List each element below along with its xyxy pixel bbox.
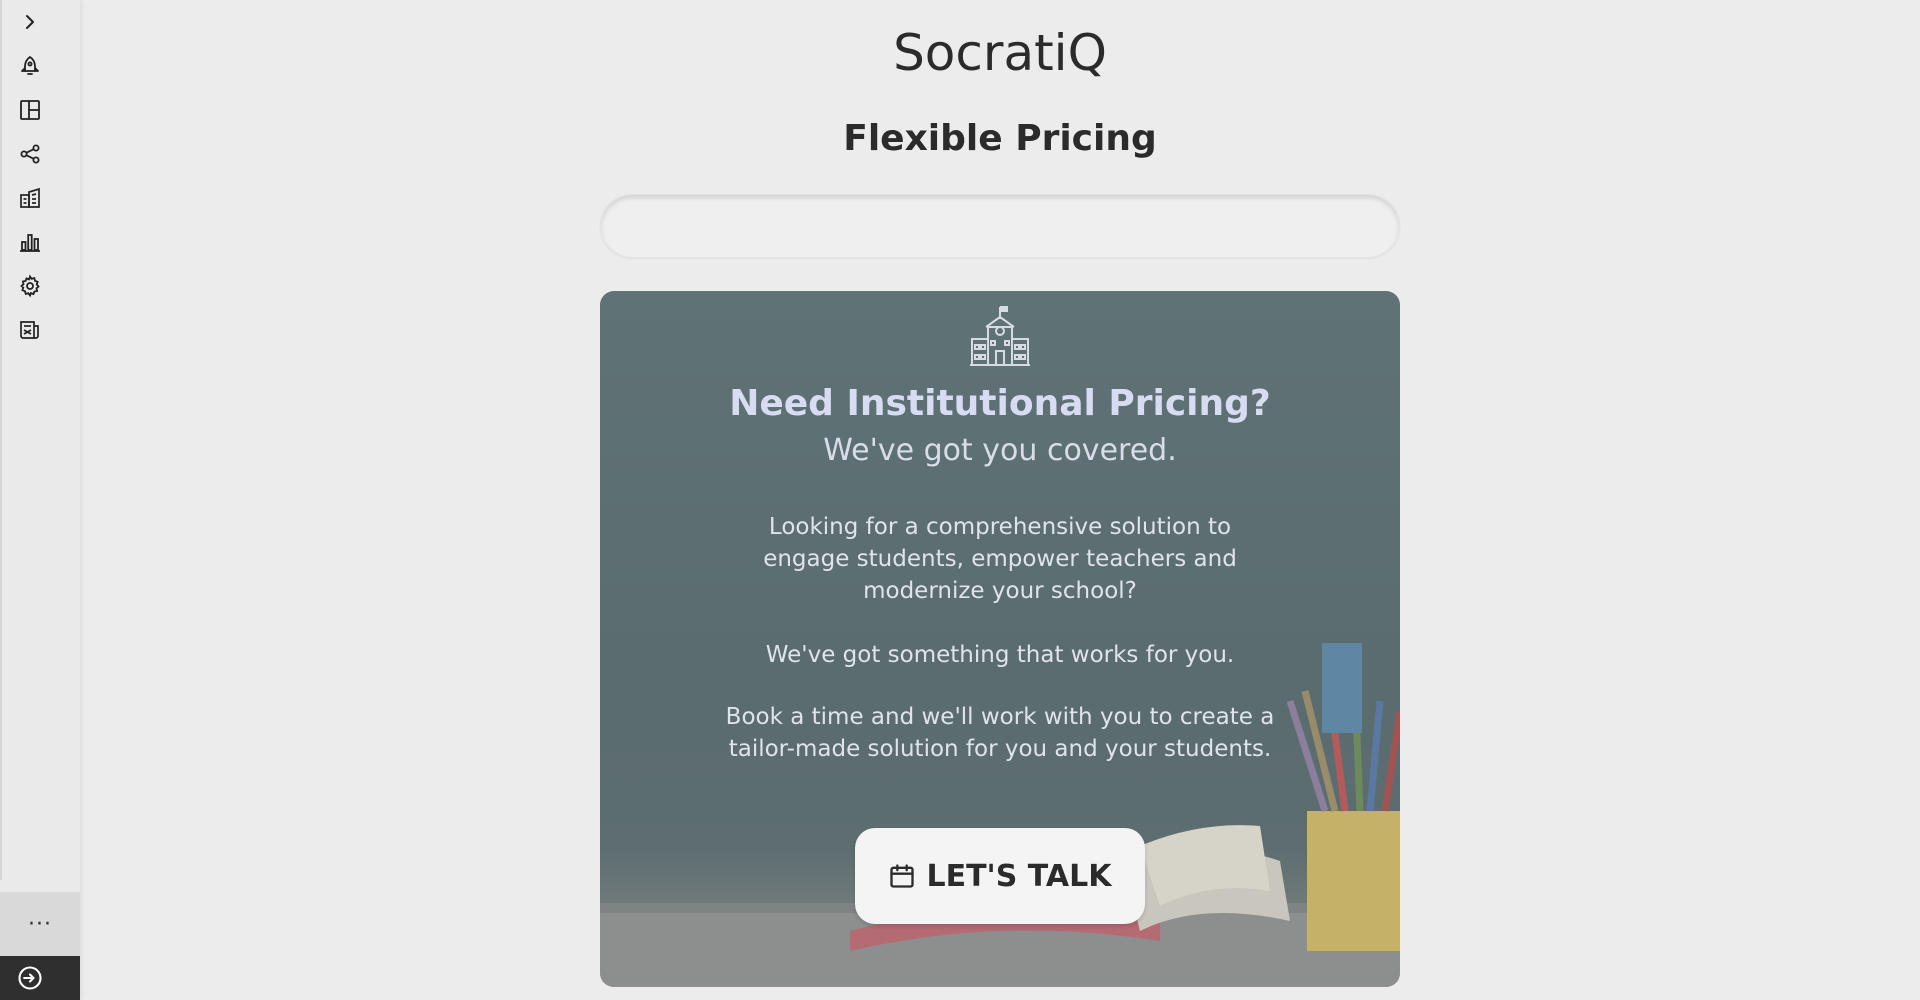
sidebar-item-settings[interactable] (14, 270, 46, 302)
logout-icon (18, 966, 42, 990)
bar-chart-icon (20, 234, 40, 252)
sidebar-item-layout[interactable] (14, 94, 46, 126)
more-label: ··· (28, 911, 52, 937)
card-paragraph-intro: Looking for a comprehensive solution to … (600, 511, 1400, 607)
sidebar-item-share[interactable] (14, 138, 46, 170)
card-heading: Need Institutional Pricing? (729, 383, 1271, 424)
institutional-pricing-card: Need Institutional Pricing? We've got yo… (600, 291, 1400, 987)
paragraph-line: tailor-made solution for you and your st… (728, 736, 1272, 762)
card-paragraph-works: We've got something that works for you. (765, 642, 1235, 668)
news-icon (20, 321, 39, 339)
app-title: SocratiQ (893, 24, 1107, 82)
rocket-icon (21, 56, 39, 75)
sidebar-item-institutions[interactable] (14, 182, 46, 214)
chevron-right-icon (26, 15, 34, 29)
layout-icon (20, 100, 40, 120)
page-title: Flexible Pricing (843, 118, 1157, 159)
sidebar-item-analytics[interactable] (14, 226, 46, 258)
card-paragraph-book: Book a time and we'll work with you to c… (600, 701, 1400, 765)
sidebar-item-launch[interactable] (14, 50, 46, 82)
lets-talk-button[interactable]: LET'S TALK (855, 828, 1145, 924)
calendar-icon (890, 864, 915, 888)
school-building-icon (970, 306, 1030, 366)
gear-icon (20, 274, 40, 298)
paragraph-line: engage students, empower teachers and (763, 546, 1237, 572)
share-icon (20, 144, 40, 164)
sidebar: ··· (0, 0, 81, 1000)
expand-sidebar-button[interactable] (14, 6, 46, 38)
sidebar-item-news[interactable] (14, 314, 46, 346)
buildings-icon (20, 187, 40, 208)
paragraph-line: modernize your school? (863, 578, 1137, 604)
sidebar-divider (0, 0, 2, 880)
card-subheading: We've got you covered. (823, 433, 1177, 468)
lets-talk-label: LET'S TALK (926, 858, 1112, 894)
more-options-button[interactable]: ··· (0, 892, 80, 956)
paragraph-line: Looking for a comprehensive solution to (768, 514, 1232, 540)
pricing-toggle-bar[interactable] (600, 194, 1400, 258)
paragraph-line: Book a time and we'll work with you to c… (725, 704, 1275, 730)
logout-button[interactable] (0, 956, 80, 1000)
